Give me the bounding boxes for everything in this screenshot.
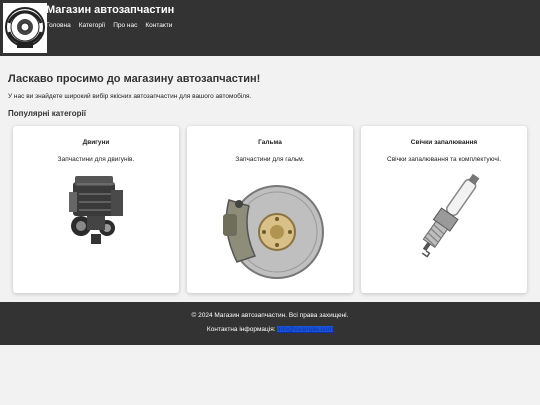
store-logo[interactable] [3,3,47,53]
category-title: Гальма [258,139,282,146]
site-footer: © 2024 Магазин автозапчастин. Всі права … [0,302,540,345]
category-card-spark-plugs[interactable]: Свічки запалювання Свічки запалювання та… [361,126,527,293]
main-nav: Головна Категорії Про нас Контакти [46,22,180,29]
engine-image [61,170,131,255]
welcome-heading: Ласкаво просимо до магазину автозапчасти… [8,73,261,85]
nav-item-about[interactable]: Про нас [113,22,137,29]
category-description: Запчастини для гальм. [235,156,305,163]
copyright-text: © 2024 Магазин автозапчастин. Всі права … [191,312,349,319]
nav-item-categories[interactable]: Категорії [79,22,106,29]
popular-categories-heading: Популярні категорії [8,109,87,118]
site-header: Магазин автозапчастин Головна Категорії … [0,0,540,56]
category-card-engines[interactable]: Двигуни Запчастини для двигунів. [13,126,179,293]
contact-email-link[interactable]: info@example.com [277,326,334,333]
nav-item-home[interactable]: Головна [46,22,71,29]
category-card-brakes[interactable]: Гальма Запчастини для гальм. [187,126,353,293]
brake-image [215,170,325,293]
category-description: Свічки запалювання та комплектуючі. [387,156,501,163]
contact-info: Контактна інформація: info@example.com [0,326,540,333]
category-title: Двигуни [82,139,110,146]
category-description: Запчастини для двигунів. [57,156,135,163]
spark-plug-image [404,170,484,279]
intro-text: У нас ви знайдете широкий вибір якісних … [8,93,252,100]
nav-item-contacts[interactable]: Контакти [145,22,172,29]
category-title: Свічки запалювання [410,139,478,146]
site-title: Магазин автозапчастин [46,4,175,16]
contact-label: Контактна інформація: [206,326,278,333]
